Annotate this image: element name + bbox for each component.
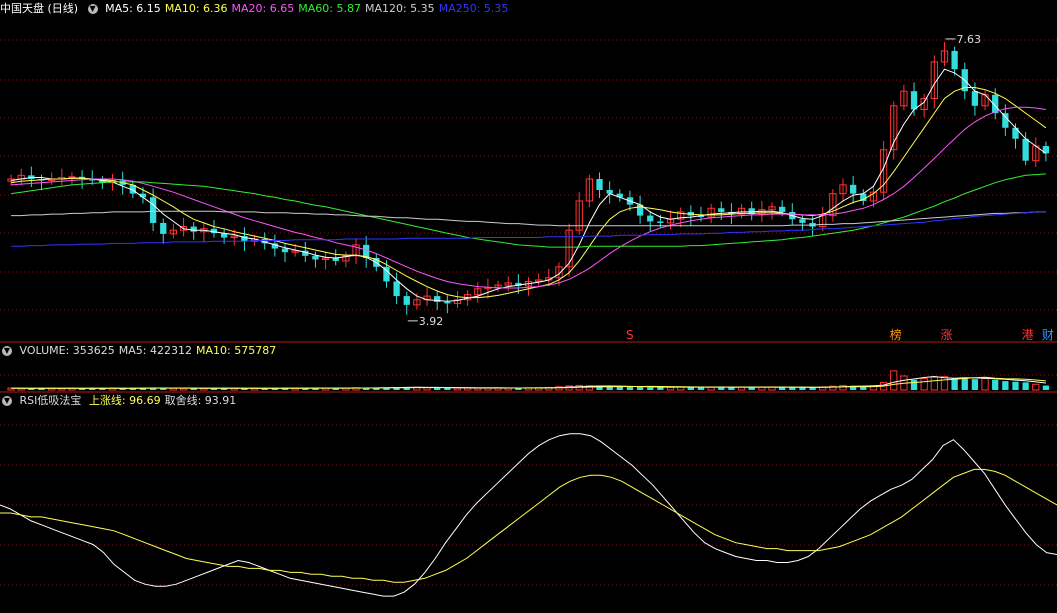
chart-canvas: 7.63 3.92 S 榜 涨 港财 xyxy=(0,33,1057,597)
event-marker-3: 港 xyxy=(1022,328,1034,342)
price-panel-header: 中国天盘 (日线) ▼ MA5: 6.15 MA10: 6.36 MA20: 6.6… xyxy=(0,1,516,17)
ma-label-0: MA5: 6.15 xyxy=(105,2,161,15)
candle-body-down xyxy=(312,255,319,260)
volume-bar-down xyxy=(1022,382,1029,390)
volume-bar-down xyxy=(1042,385,1050,390)
candle-body-down xyxy=(160,222,167,234)
volume-bar-up xyxy=(839,384,847,391)
volume-bar-down xyxy=(1012,381,1019,390)
rsi-menu-icon[interactable]: ▼ xyxy=(2,396,12,406)
volume-bar-up xyxy=(981,378,989,391)
grid-lines xyxy=(0,39,1057,586)
candle-body-down xyxy=(778,206,786,212)
candle-body-down xyxy=(403,296,410,305)
volume-label-list: VOLUME: 353625 MA5: 422312 MA10: 575787 xyxy=(20,344,281,357)
rsi-label-0: 上涨线: 96.69 xyxy=(88,394,161,407)
volume-label-1: MA5: 422312 xyxy=(118,344,192,357)
candle-body-down xyxy=(444,301,451,304)
ma-label-2: MA20: 6.65 xyxy=(231,2,295,15)
volume-bar-up xyxy=(1032,383,1040,391)
candle-body-down xyxy=(657,221,664,223)
volume-bar-down xyxy=(910,379,918,390)
candle-body-down xyxy=(596,179,603,190)
event-marker-4: 财 xyxy=(1042,328,1054,342)
candle-body-down xyxy=(951,50,958,70)
volume-bar-down xyxy=(748,387,755,390)
volume-panel-header: ▼ VOLUME: 353625 MA5: 422312 MA10: 575787 xyxy=(0,343,284,359)
moving-average-lines xyxy=(11,68,1047,302)
volume-bar-down xyxy=(657,387,664,390)
volume-bar-down xyxy=(697,387,705,390)
panel-menu-icon[interactable]: ▼ xyxy=(87,4,98,14)
volume-menu-icon[interactable]: ▼ xyxy=(2,346,12,356)
event-marker-1: 榜 xyxy=(890,327,902,342)
candle-body-down xyxy=(149,197,157,223)
rsi-panel-header: ▼ RSI低吸法宝 上涨线: 96.69 取舍线: 93.91 xyxy=(0,393,244,409)
volume-bar-up xyxy=(940,376,949,391)
price-annotations: 7.63 3.92 xyxy=(407,33,981,328)
candle-body-down xyxy=(281,248,289,253)
volume-bars xyxy=(7,370,1050,391)
volume-bar-down xyxy=(636,387,644,390)
volume-bar-down xyxy=(992,379,999,390)
volume-bar-down xyxy=(616,386,623,390)
volume-bar-up xyxy=(453,387,462,391)
high-price-label: 7.63 xyxy=(956,33,981,46)
volume-bar-down xyxy=(434,387,441,390)
volume-bar-up xyxy=(666,386,675,391)
volume-bar-down xyxy=(799,387,806,390)
ma-label-1: MA10: 6.36 xyxy=(164,2,228,15)
volume-bar-down xyxy=(951,378,958,390)
ma-line-ma5 xyxy=(11,68,1047,302)
rsi-label-1: 取舍线: 93.91 xyxy=(164,394,237,407)
volume-bar-down xyxy=(626,386,634,390)
volume-bar-up xyxy=(890,370,898,391)
candle-body-down xyxy=(393,281,400,297)
volume-bar-down xyxy=(961,377,968,390)
volume-bar-up xyxy=(930,376,938,391)
ma-label-4: MA120: 5.35 xyxy=(364,2,435,15)
volume-bar-down xyxy=(778,387,786,390)
volume-bar-down xyxy=(647,387,654,390)
candle-body-up xyxy=(68,176,76,179)
candle-body-down xyxy=(1022,138,1029,161)
candle-body-down xyxy=(910,91,918,110)
candle-body-down xyxy=(647,215,654,222)
candle-body-down xyxy=(971,91,979,106)
low-price-label: 3.92 xyxy=(419,315,444,328)
volume-label-2: MA10: 575787 xyxy=(195,344,277,357)
ma-line-ma60 xyxy=(11,173,1046,248)
volume-bar-down xyxy=(444,387,451,390)
candle-body-down xyxy=(190,226,197,232)
candle-body-down xyxy=(799,219,806,223)
price-candles xyxy=(7,42,1050,315)
volume-bar-down xyxy=(971,379,979,390)
rsi-panel-title: RSI低吸法宝 xyxy=(19,394,82,407)
candle-body-down xyxy=(850,184,857,194)
ma-label-list: MA5: 6.15 MA10: 6.36 MA20: 6.65 MA60: 5.87 M… xyxy=(105,2,512,15)
ma-label-3: MA60: 5.87 xyxy=(298,2,361,15)
event-marker-0: S xyxy=(626,328,634,342)
candle-body-down xyxy=(718,208,725,212)
volume-bar-down xyxy=(728,387,735,390)
price-panel-title: 中国天盘 (日线) xyxy=(0,2,79,15)
event-markers: S 榜 涨 港财 xyxy=(626,327,1054,342)
rsi-lines xyxy=(0,433,1057,597)
event-marker-2: 涨 xyxy=(940,327,952,342)
rsi-label-list: 上涨线: 96.69 取舍线: 93.91 xyxy=(89,394,240,407)
ma-label-5: MA250: 5.35 xyxy=(438,2,509,15)
candle-body-down xyxy=(1002,113,1009,128)
rsi-line-0 xyxy=(0,433,1057,597)
volume-bar-up xyxy=(920,378,928,391)
candle-body-down xyxy=(1012,127,1019,139)
volume-bar-down xyxy=(1002,381,1009,390)
stock-chart-window: 7.63 3.92 S榜涨港财 中国天盘 (日线) ▼ MA5: 6.15 MA1… xyxy=(0,0,1057,613)
volume-bar-down xyxy=(789,387,796,390)
volume-label-0: VOLUME: 353625 xyxy=(19,344,115,357)
